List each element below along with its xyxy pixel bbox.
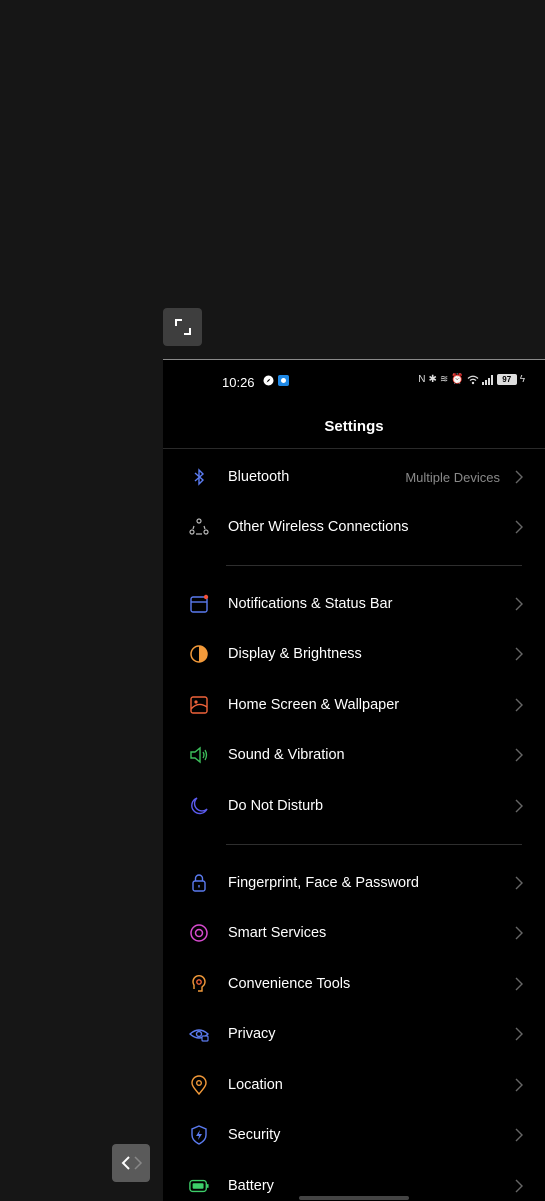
chevron-right-icon [515,1179,523,1193]
convenience-tools-icon [189,974,209,994]
settings-item-bluetooth[interactable]: Bluetooth Multiple Devices [163,452,545,502]
lock-icon [189,873,209,893]
chevron-right-icon [515,698,523,712]
notifications-icon [189,594,209,614]
settings-item-label: Convenience Tools [228,976,351,992]
app-notification-icon [278,375,289,386]
location-icon [189,1075,209,1095]
wallpaper-icon [189,695,209,715]
privacy-icon [189,1024,209,1044]
settings-item-label: Location [228,1077,283,1093]
alarm-icon: ⏰ [451,374,464,385]
bluetooth-status-icon: ✱ [428,374,437,385]
settings-item-smart-services[interactable]: Smart Services [163,908,545,958]
chevron-right-icon [515,1027,523,1041]
settings-item-label: Other Wireless Connections [228,519,409,535]
settings-window: 10:26 N ✱ ≋ ⏰ 97 ϟ Settings Bluetooth Mu… [163,359,545,1201]
settings-item-do-not-disturb[interactable]: Do Not Disturb [163,781,545,831]
settings-item-wallpaper[interactable]: Home Screen & Wallpaper [163,680,545,730]
moon-icon [189,796,209,816]
settings-item-display[interactable]: Display & Brightness [163,629,545,679]
settings-item-battery[interactable]: Battery [163,1161,545,1201]
chevron-right-icon [515,876,523,890]
chevron-right-icon [515,470,523,484]
wifi-icon [467,375,479,384]
chevron-right-icon [515,977,523,991]
signal-icon [481,374,493,385]
home-indicator[interactable] [299,1196,409,1200]
wireless-connections-icon [189,517,209,537]
settings-item-sound[interactable]: Sound & Vibration [163,730,545,780]
settings-item-label: Home Screen & Wallpaper [228,697,400,713]
settings-item-security[interactable]: Security [163,1110,545,1160]
chevron-right-icon [515,1128,523,1142]
settings-item-label: Sound & Vibration [228,747,345,763]
section-divider [226,565,522,566]
smart-services-icon [189,923,209,943]
settings-item-value: Multiple Devices [405,469,500,485]
settings-item-label: Battery [228,1178,274,1194]
settings-item-label: Security [228,1127,281,1143]
bluetooth-icon [189,467,209,487]
settings-item-fingerprint[interactable]: Fingerprint, Face & Password [163,858,545,908]
settings-item-privacy[interactable]: Privacy [163,1009,545,1059]
vibrate-icon: ≋ [439,374,449,385]
settings-item-label: Smart Services [228,925,327,941]
settings-item-label: Privacy [228,1026,276,1042]
settings-item-other-wireless[interactable]: Other Wireless Connections [163,502,545,552]
chevron-right-icon [515,799,523,813]
expand-window-button[interactable] [163,308,202,346]
page-title: Settings [324,417,384,435]
chevron-right-icon [515,597,523,611]
settings-item-convenience-tools[interactable]: Convenience Tools [163,959,545,1009]
chevron-right-icon [515,748,523,762]
chevron-right-icon [515,1078,523,1092]
settings-item-label: Display & Brightness [228,646,362,662]
page-header: Settings [163,404,545,449]
status-time: 10:26 [222,375,255,390]
chevron-left-icon [121,1156,143,1170]
charging-icon: ϟ [519,374,525,385]
compass-icon [263,375,274,386]
chevron-right-icon [515,520,523,534]
settings-item-location[interactable]: Location [163,1060,545,1110]
battery-level: 97 [496,374,517,385]
side-collapse-button[interactable] [112,1144,150,1182]
settings-item-label: Bluetooth [228,469,290,485]
settings-item-label: Do Not Disturb [228,798,324,814]
expand-icon [174,319,191,335]
security-icon [189,1125,209,1145]
display-brightness-icon [189,644,209,664]
chevron-right-icon [515,647,523,661]
chevron-right-icon [515,926,523,940]
nfc-icon: N [418,374,426,385]
settings-item-label: Notifications & Status Bar [228,596,393,612]
section-divider [226,844,522,845]
sound-icon [189,745,209,765]
settings-item-notifications[interactable]: Notifications & Status Bar [163,579,545,629]
status-bar: 10:26 N ✱ ≋ ⏰ 97 ϟ [163,360,545,404]
settings-item-label: Fingerprint, Face & Password [228,875,419,891]
battery-icon [189,1176,209,1196]
